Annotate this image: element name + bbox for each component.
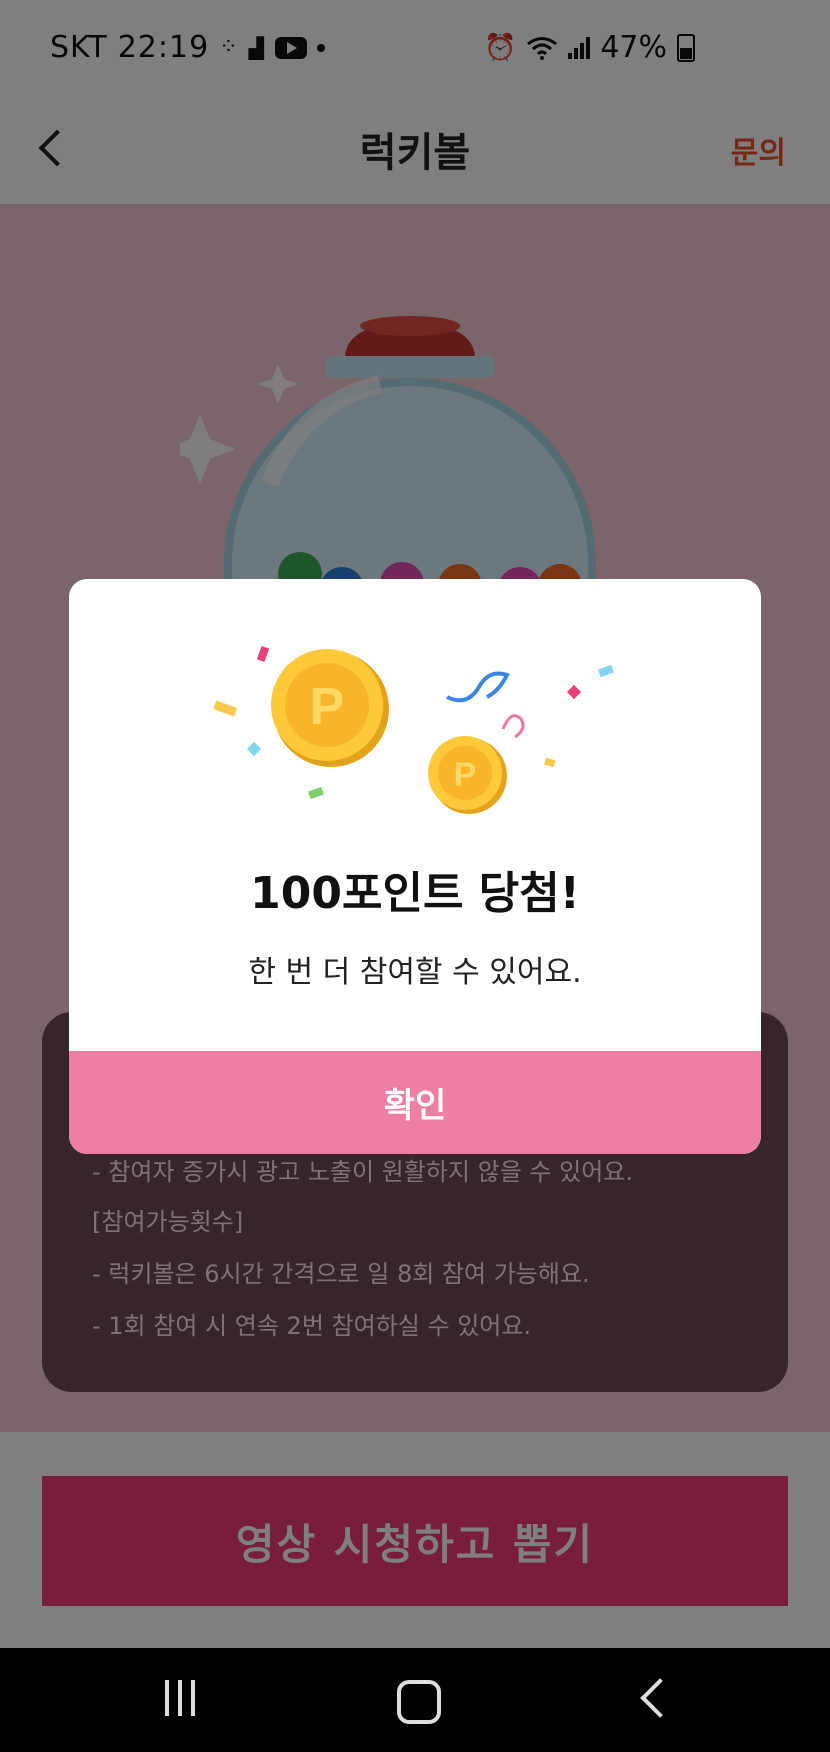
- coins-confetti-illustration: P P: [213, 646, 614, 814]
- recents-icon[interactable]: [165, 1680, 195, 1716]
- confirm-button[interactable]: 확인: [69, 1051, 761, 1154]
- reward-dialog: P P 100포인트 당첨! 한 번 더 참여할 수 있어요. 확인: [69, 579, 761, 1154]
- system-nav-bar: [0, 1648, 830, 1752]
- dialog-title: 100포인트 당첨!: [250, 868, 580, 919]
- dialog-message: 한 번 더 참여할 수 있어요.: [248, 955, 582, 990]
- coin-glyph: P: [310, 678, 345, 736]
- back-icon[interactable]: [640, 1678, 680, 1718]
- coin-glyph: P: [454, 756, 477, 794]
- home-icon[interactable]: [397, 1680, 441, 1724]
